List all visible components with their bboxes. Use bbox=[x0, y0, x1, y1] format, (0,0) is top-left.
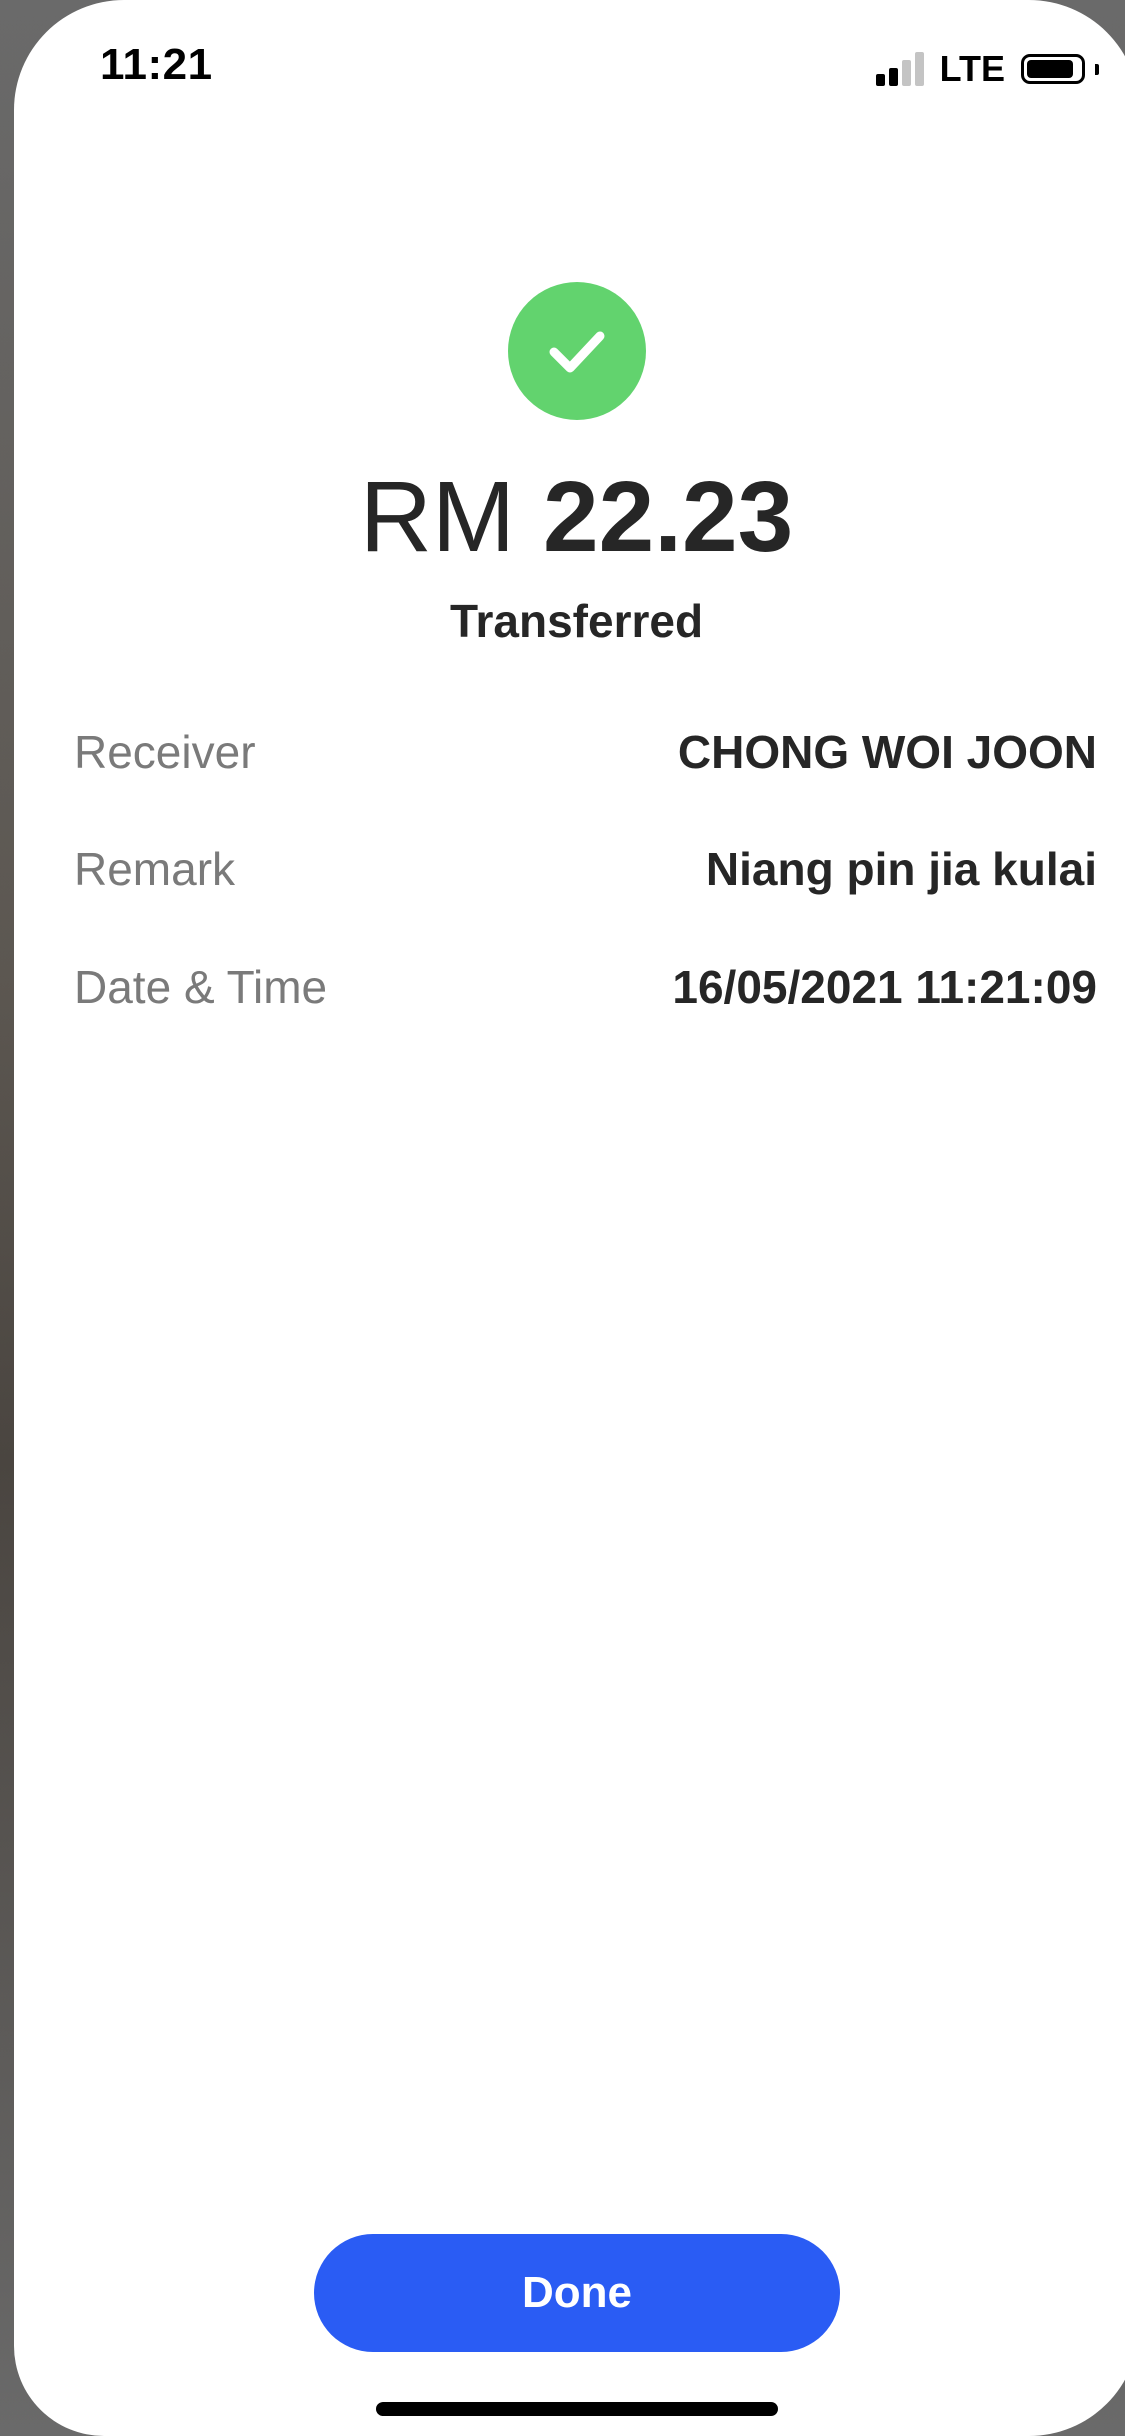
currency-label: RM bbox=[359, 461, 516, 573]
checkmark-icon bbox=[549, 331, 605, 373]
done-button[interactable]: Done bbox=[314, 2234, 840, 2352]
home-indicator[interactable] bbox=[376, 2402, 778, 2416]
battery-icon bbox=[1021, 54, 1085, 84]
battery-tip bbox=[1095, 63, 1099, 75]
status-time: 11:21 bbox=[100, 40, 213, 89]
detail-row-remark: Remark Niang pin jia kulai bbox=[74, 839, 1097, 899]
app-screen: 11:21 LTE RM 22.23 Transferred Receiver … bbox=[14, 0, 1125, 2436]
signal-icon bbox=[875, 52, 924, 86]
detail-label: Remark bbox=[74, 843, 236, 895]
battery-fill bbox=[1027, 60, 1074, 78]
detail-row-date-time: Date & Time 16/05/2021 11:21:09 bbox=[74, 957, 1097, 1017]
transfer-status: Transferred bbox=[449, 595, 704, 647]
signal-bar bbox=[914, 52, 924, 86]
detail-label: Receiver bbox=[74, 726, 256, 778]
detail-value: Niang pin jia kulai bbox=[705, 843, 1097, 895]
signal-bar bbox=[901, 60, 911, 86]
status-indicators: LTE bbox=[875, 48, 1099, 90]
detail-label: Date & Time bbox=[74, 961, 328, 1013]
network-type: LTE bbox=[939, 48, 1005, 89]
amount-value: 22.23 bbox=[543, 461, 794, 573]
success-check-icon bbox=[508, 282, 646, 420]
detail-value: 16/05/2021 11:21:09 bbox=[672, 961, 1097, 1013]
transfer-amount: RM 22.23 bbox=[14, 462, 1125, 572]
detail-value: CHONG WOI JOON bbox=[677, 726, 1097, 778]
signal-bar bbox=[875, 74, 885, 86]
detail-row-receiver: Receiver CHONG WOI JOON bbox=[74, 722, 1097, 782]
signal-bar bbox=[888, 68, 898, 86]
